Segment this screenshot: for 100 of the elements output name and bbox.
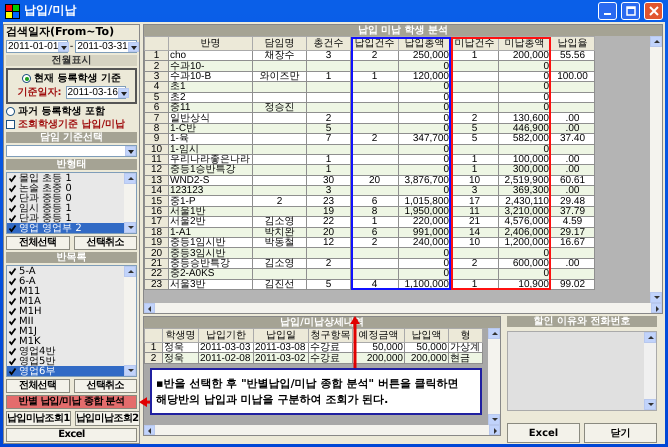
list-item[interactable]: M1J [7,326,124,336]
vertical-scrollbar[interactable] [488,328,500,425]
item-label: M1A [19,296,41,307]
checkbox[interactable] [8,366,17,376]
scroll-down-button[interactable] [488,414,500,425]
checkbox[interactable] [8,194,17,203]
list-item[interactable]: 단과 중등 0 [7,193,124,204]
checkbox[interactable] [8,286,17,296]
checkbox[interactable] [8,356,17,366]
list-item[interactable]: 영업4반 [7,346,124,356]
list-item[interactable]: 영업5반 [7,356,124,366]
row-number: 12 [144,164,168,176]
vertical-scrollbar[interactable] [650,36,662,303]
vertical-scrollbar[interactable] [644,332,656,410]
checkbox[interactable] [8,306,17,316]
vertical-scrollbar[interactable] [124,266,136,376]
scroll-up-button[interactable] [124,173,136,184]
section-header: 반목록 [6,252,137,264]
scroll-up-button[interactable] [124,266,136,278]
list-item[interactable]: 단과 중등 1 [7,213,124,224]
checkbox[interactable] [8,276,17,286]
date-to-dropdown[interactable]: 2011-03-31 [75,40,138,54]
list-button[interactable]: 전체선택 [6,236,70,250]
list-item[interactable]: M11 [7,286,124,296]
list-button[interactable]: 선택취소 [74,379,137,394]
field-label: 기준일자: [18,87,62,98]
scroll-right-button[interactable] [651,303,662,313]
column-header[interactable]: 총건수 [306,36,350,50]
horizontal-scrollbar[interactable] [144,303,662,313]
list-item[interactable]: 영업6부 [7,366,124,376]
checkbox[interactable] [8,174,17,183]
dropdown-button[interactable] [118,88,129,98]
row-number: 21 [144,258,168,269]
minimize-button[interactable] [598,2,617,20]
checkbox[interactable] [6,120,15,130]
checkbox[interactable] [8,346,17,356]
row-number: 7 [144,112,168,124]
row-number: 23 [144,279,168,290]
scroll-up-button[interactable] [488,328,500,339]
table-cell: 가상계 [448,342,482,353]
checkbox[interactable] [8,296,17,306]
scroll-down-button[interactable] [644,399,656,410]
scroll-up-button[interactable] [650,36,662,47]
column-header[interactable]: 납입기한 [198,328,254,342]
column-header[interactable]: 예정금액 [352,328,404,342]
dropdown-button[interactable] [125,146,136,156]
checkbox[interactable] [8,184,17,193]
column-header[interactable]: 청구항목 [308,328,352,342]
scroll-right-button[interactable] [489,425,500,435]
list-item[interactable]: 임시 중등 1 [7,203,124,214]
scroll-left-button[interactable] [144,425,155,435]
list-item[interactable]: 영업 영업부 2 [7,223,124,234]
list-item[interactable]: 몰입 초등 1 [7,173,124,184]
list-button[interactable]: 선택취소 [74,236,137,250]
date-from-dropdown[interactable]: 2011-01-01 [6,40,68,54]
close-button[interactable] [644,2,663,20]
horizontal-scrollbar[interactable] [144,425,500,435]
scroll-down-button[interactable] [124,222,136,234]
vertical-scrollbar[interactable] [124,173,136,234]
list-item[interactable]: M1K [7,336,124,346]
scroll-down-button[interactable] [124,365,136,376]
scroll-up-button[interactable] [644,332,656,343]
checkbox[interactable] [8,204,17,213]
excel-button[interactable]: Excel [6,428,137,442]
checkbox[interactable] [8,224,17,233]
checkbox[interactable] [8,336,17,346]
dropdown-button[interactable] [58,42,70,52]
scroll-down-button[interactable] [650,292,662,303]
column-header[interactable]: 형 [448,328,482,342]
item-label: 영업5반 [19,356,56,367]
query-button[interactable]: 납입미납조회2 [74,411,140,426]
column-header[interactable]: 납입액 [404,328,448,342]
checkbox[interactable] [8,326,17,336]
checkbox[interactable] [8,316,17,326]
item-label: 영업 영업부 2 [19,222,82,234]
checkbox[interactable] [8,214,17,223]
memo-field[interactable] [507,331,657,411]
list-button[interactable]: 전체선택 [6,379,70,394]
list-item[interactable]: 5-A [7,266,124,276]
list-item[interactable]: M1H [7,306,124,316]
radio-button[interactable] [22,74,32,84]
analysis-button[interactable]: 반별 납입/미납 종합 분석 [6,395,137,410]
column-header[interactable]: 반명 [168,36,252,50]
column-header[interactable]: 담임명 [252,36,306,50]
list-item[interactable]: 6-A [7,276,124,286]
radio-label: 과거 등록학생 포함 [18,106,105,118]
excel-button[interactable]: Excel [507,423,580,443]
column-header[interactable]: 학생명 [162,328,198,342]
scroll-left-button[interactable] [144,303,155,313]
radio-button[interactable] [6,107,15,116]
checkbox[interactable] [8,266,17,276]
column-header[interactable]: 납입일 [254,328,308,342]
list-item[interactable]: M1A [7,296,124,306]
query-button[interactable]: 납입미납조회1 [6,411,71,426]
list-item[interactable]: 논술 초중 0 [7,183,124,194]
dropdown-button[interactable] [128,42,139,52]
maximize-button[interactable] [621,2,640,20]
list-item[interactable]: MII [7,316,124,326]
close-window-button[interactable]: 닫기 [584,423,657,443]
column-header[interactable]: 납입율 [550,36,594,50]
